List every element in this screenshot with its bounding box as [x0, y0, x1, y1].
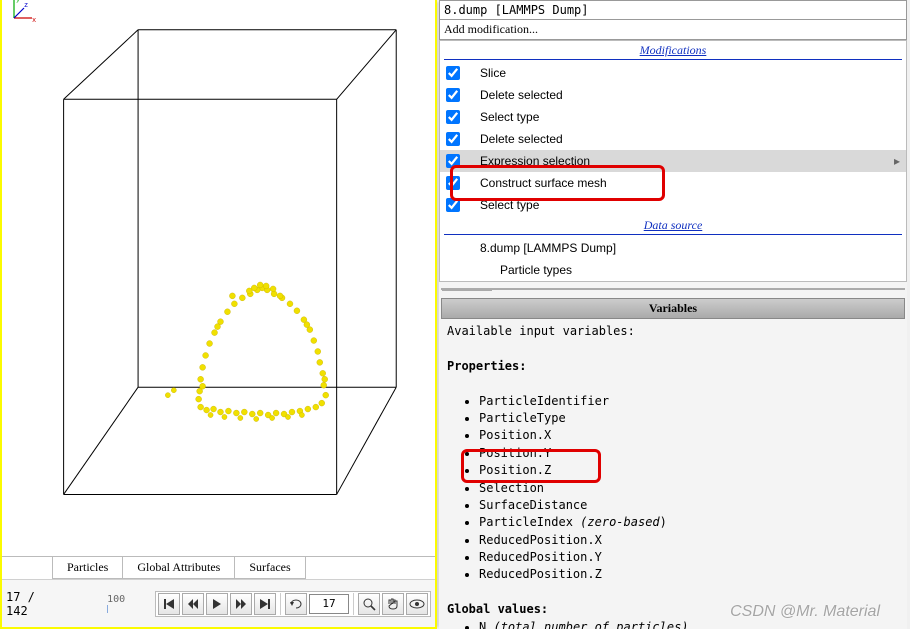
tab-global-attributes[interactable]: Global Attributes [122, 557, 235, 579]
available-vars-label: Available input variables: [447, 323, 899, 340]
zoom-tool-button[interactable] [358, 593, 380, 615]
mod-checkbox[interactable] [446, 88, 460, 102]
var-particle-identifier: ParticleIdentifier [479, 393, 899, 410]
pan-tool-button[interactable] [382, 593, 404, 615]
mod-checkbox[interactable] [446, 154, 460, 168]
pipeline-panel: 8.dump [LAMMPS Dump] Add modification...… [439, 0, 907, 629]
var-position-z: Position.Z [479, 462, 899, 479]
mod-checkbox[interactable] [446, 176, 460, 190]
loop-button[interactable] [285, 593, 307, 615]
datasource-section-title: Data source [444, 218, 902, 235]
expand-icon: ▸ [894, 154, 900, 168]
tab-surfaces[interactable]: Surfaces [234, 557, 305, 579]
var-particle-type: ParticleType [479, 410, 899, 427]
playback-controls [155, 591, 431, 617]
var-position-x: Position.X [479, 427, 899, 444]
mod-checkbox[interactable] [446, 132, 460, 146]
properties-label: Properties: [447, 358, 899, 375]
variables-panel: Available input variables: Properties: P… [439, 319, 907, 629]
mod-checkbox[interactable] [446, 110, 460, 124]
step-forward-button[interactable] [230, 593, 252, 615]
scroll-thumb[interactable] [442, 289, 492, 291]
add-modification-dropdown[interactable]: Add modification... [439, 20, 907, 40]
modifications-section-title: Modifications [444, 43, 902, 60]
modification-item-delete-selected-2[interactable]: Delete selected [440, 128, 906, 150]
svg-text:x: x [32, 17, 36, 25]
properties-list: ParticleIdentifier ParticleType Position… [447, 393, 899, 584]
playback-bar: 17 / 142 100 [2, 579, 435, 627]
viewport-3d[interactable]: y x z [2, 0, 435, 556]
modification-list: Modifications Slice Delete selected Sele… [439, 40, 907, 282]
pipeline-source-label: 8.dump [LAMMPS Dump] [439, 0, 907, 20]
var-surface-distance: SurfaceDistance [479, 497, 899, 514]
axis-gizmo: y x z [8, 0, 435, 550]
var-position-y: Position.Y [479, 445, 899, 462]
modification-item-slice[interactable]: Slice [440, 62, 906, 84]
modification-item-expression-selection[interactable]: Expression selection ▸ [440, 150, 906, 172]
modification-item-delete-selected[interactable]: Delete selected [440, 84, 906, 106]
var-particle-index: ParticleIndex ((zero-based)zero-based) [479, 514, 899, 531]
datasource-file[interactable]: 8.dump [LAMMPS Dump] [440, 237, 906, 259]
visibility-button[interactable] [406, 593, 428, 615]
step-back-button[interactable] [182, 593, 204, 615]
tab-particles[interactable]: Particles [52, 557, 123, 579]
var-reduced-position-y: ReducedPosition.Y [479, 549, 899, 566]
horizontal-scrollbar[interactable] [441, 288, 905, 290]
svg-text:z: z [24, 2, 28, 10]
modification-item-select-type-2[interactable]: Select type [440, 194, 906, 216]
watermark: CSDN @Mr. Material [730, 603, 880, 621]
inspector-tabs: Particles Global Attributes Surfaces [2, 556, 435, 579]
var-selection: Selection [479, 480, 899, 497]
var-reduced-position-z: ReducedPosition.Z [479, 566, 899, 583]
timeline-ruler[interactable]: 100 [67, 592, 149, 616]
mod-checkbox[interactable] [446, 198, 460, 212]
goto-end-button[interactable] [254, 593, 276, 615]
viewport-panel: y x z Particles Global Attributes Surfac… [0, 0, 437, 629]
modification-item-select-type[interactable]: Select type [440, 106, 906, 128]
frame-input[interactable] [309, 594, 349, 614]
modification-item-construct-surface-mesh[interactable]: Construct surface mesh [440, 172, 906, 194]
mod-checkbox[interactable] [446, 66, 460, 80]
goto-start-button[interactable] [158, 593, 180, 615]
variables-panel-title: Variables [441, 298, 905, 319]
svg-text:y: y [16, 0, 20, 4]
var-reduced-position-x: ReducedPosition.X [479, 532, 899, 549]
frame-indicator: 17 / 142 [6, 590, 61, 618]
play-button[interactable] [206, 593, 228, 615]
datasource-particle-types[interactable]: Particle types [440, 259, 906, 281]
